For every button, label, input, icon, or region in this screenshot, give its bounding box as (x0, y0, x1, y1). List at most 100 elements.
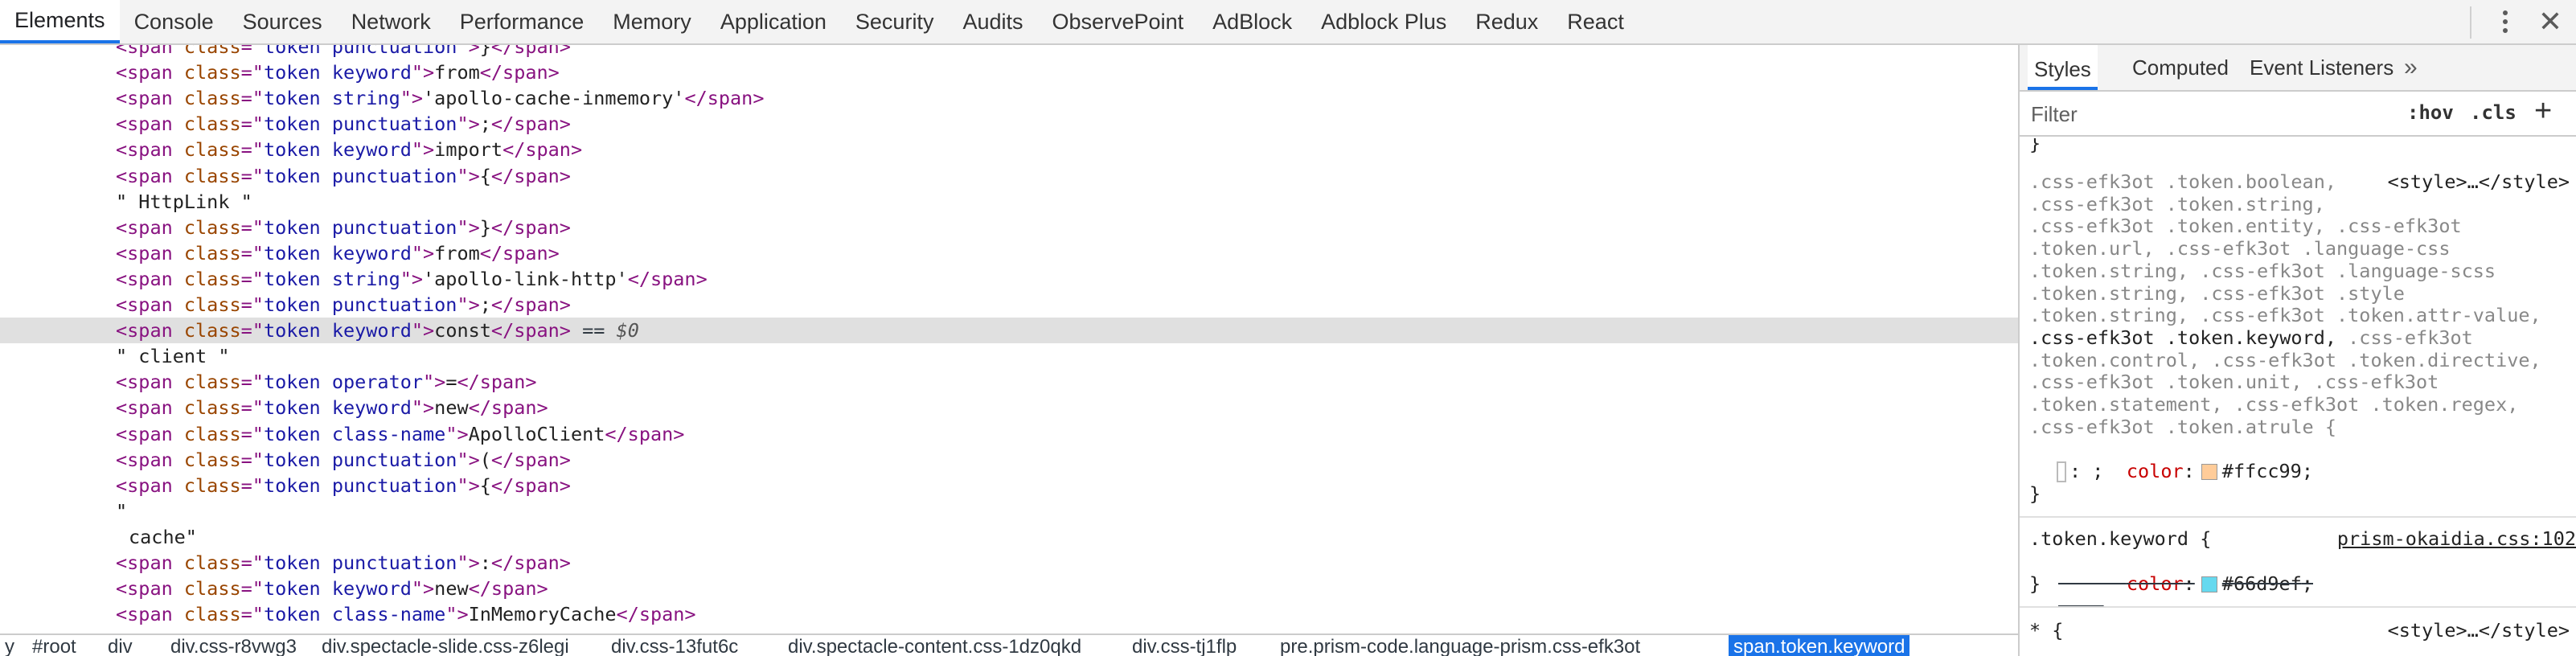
dom-node[interactable]: <span class="token punctuation">;</span> (0, 111, 2018, 137)
close-icon[interactable]: ✕ (2533, 3, 2568, 40)
chevron-double-right-icon[interactable]: » (2404, 45, 2418, 90)
tab-adblock[interactable]: AdBlock (1198, 0, 1306, 43)
dom-node[interactable]: <span class="token punctuation">}</span> (0, 215, 2018, 240)
dom-token: =" (240, 113, 264, 136)
rule-source-link[interactable]: <style>…</style> (2388, 619, 2570, 642)
tab-security[interactable]: Security (841, 0, 949, 43)
dom-node-selected[interactable]: <span class="token keyword">const</span>… (0, 318, 2018, 344)
dom-node[interactable]: " client " (0, 343, 2018, 369)
dom-node[interactable]: " HttpLink " (0, 189, 2018, 215)
tab-elements[interactable]: Elements (0, 0, 120, 43)
tab-network[interactable]: Network (337, 0, 445, 43)
dom-node[interactable]: <span class="token punctuation">:</span> (0, 550, 2018, 576)
dom-node[interactable]: <span class="token punctuation">(</span> (0, 447, 2018, 473)
breadcrumb-item[interactable]: div.spectacle-slide.css-z6legi (317, 635, 574, 656)
dom-token: class (183, 87, 241, 110)
dom-token: token punctuation (263, 45, 457, 58)
tab-memory[interactable]: Memory (598, 0, 706, 43)
dom-token: =" (240, 474, 264, 497)
dom-token: </span> (684, 87, 765, 110)
dom-node[interactable]: <span class="token punctuation">{</span> (0, 163, 2018, 189)
tab-styles[interactable]: Styles (2028, 45, 2098, 90)
dom-node[interactable]: <span class="token punctuation">}</span> (0, 45, 2018, 59)
breadcrumb-item[interactable]: div.css-13fut6c (606, 635, 743, 656)
filter-input[interactable] (2031, 100, 2369, 129)
dom-node[interactable]: <span class="token keyword">import</span… (0, 137, 2018, 162)
dom-token: class (183, 241, 241, 264)
breadcrumb-item[interactable]: div.css-tj1flp (1127, 635, 1241, 656)
dom-token: "> (411, 319, 435, 342)
property-value[interactable]: #ffcc99 (2222, 460, 2302, 482)
rule-selector[interactable]: .token.keyword { (2029, 527, 2211, 550)
dom-node[interactable]: cache" (0, 524, 2018, 550)
color-swatch-icon[interactable] (2201, 576, 2217, 592)
dom-token: </span> (502, 138, 583, 162)
dom-node[interactable]: " (0, 498, 2018, 524)
dom-node[interactable]: <span class="token keyword">from</span> (0, 59, 2018, 85)
dom-token: </span> (490, 474, 571, 497)
tab-performance[interactable]: Performance (445, 0, 599, 43)
dom-token: { (479, 474, 491, 497)
dom-tree[interactable]: <span class="token punctuation">}</span>… (0, 45, 2018, 633)
dom-node[interactable]: <span class="token operator">=</span> (0, 369, 2018, 395)
dom-token: "> (457, 45, 480, 58)
tab-adblock-plus[interactable]: Adblock Plus (1306, 0, 1461, 43)
property-name[interactable]: color (2127, 572, 2184, 595)
dom-token: <span (116, 319, 184, 342)
dom-token: ; (479, 113, 491, 136)
dom-node[interactable]: <span class="token class-name">InMemoryC… (0, 601, 2018, 627)
panel-tabs: Elements Console Sources Network Performance… (0, 0, 1639, 43)
breadcrumb-item[interactable]: div (103, 635, 137, 656)
breadcrumb: y #root div div.css-r8vwg3 div.spectacle-sli… (0, 633, 2018, 656)
dom-token: "> (423, 371, 446, 394)
dom-token: "> (445, 422, 469, 445)
tab-sources[interactable]: Sources (228, 0, 337, 43)
hov-toggle-button[interactable]: :hov (2407, 101, 2454, 124)
tab-redux[interactable]: Redux (1461, 0, 1553, 43)
breadcrumb-item[interactable]: pre.prism-code.language-prism.css-efk3ot (1275, 635, 1645, 656)
tab-observepoint[interactable]: ObservePoint (1038, 0, 1199, 43)
rule-source-link[interactable]: <style>…</style> (2388, 170, 2570, 193)
new-property-editor[interactable]: : ; (2057, 460, 2103, 482)
selector-line: .token.url, .css-efk3ot .language-css (2029, 237, 2451, 260)
dom-token: =" (240, 396, 264, 420)
breadcrumb-item[interactable]: div.spectacle-content.css-1dz0qkd (783, 635, 1086, 656)
dom-token: <span (116, 396, 184, 420)
property-name[interactable]: color (2127, 460, 2184, 482)
rule-close-brace: } (2029, 572, 2041, 595)
dom-node[interactable]: <span class="token string">'apollo-cache… (0, 85, 2018, 111)
rule-selector[interactable]: * { (2029, 619, 2063, 642)
breadcrumb-item[interactable]: #root (27, 635, 81, 656)
dom-node[interactable]: <span class="token keyword">new</span> (0, 576, 2018, 601)
tab-react[interactable]: React (1553, 0, 1639, 43)
dom-node[interactable]: <span class="token class-name">ApolloCli… (0, 421, 2018, 447)
cls-toggle-button[interactable]: .cls (2470, 101, 2517, 124)
new-style-rule-icon[interactable]: + (2534, 93, 2552, 130)
dom-token: "> (457, 448, 480, 471)
tab-console[interactable]: Console (120, 0, 228, 43)
property-value[interactable]: #66d9ef (2222, 572, 2302, 595)
dom-node[interactable]: <span class="token keyword">from</span> (0, 240, 2018, 266)
tab-computed[interactable]: Computed (2126, 45, 2235, 90)
rule-source-link[interactable]: prism-okaidia.css:102 (2337, 527, 2576, 550)
dom-node[interactable]: <span class="token punctuation">{</span> (0, 473, 2018, 498)
css-property-color[interactable]: color: #ffcc99; (2058, 437, 2313, 482)
dom-token: "> (411, 61, 435, 84)
tab-application[interactable]: Application (706, 0, 841, 43)
dom-node[interactable]: <span class="token punctuation">;</span> (0, 292, 2018, 318)
dom-token: =" (240, 293, 264, 316)
kebab-menu-icon[interactable] (2489, 3, 2521, 40)
dom-node[interactable]: <span class="token string">'apollo-link-… (0, 266, 2018, 292)
unmatched-selector: .css-efk3ot (2336, 326, 2473, 349)
breadcrumb-item[interactable]: div.css-r8vwg3 (166, 635, 301, 656)
breadcrumb-item[interactable]: y (0, 635, 19, 656)
tab-audits[interactable]: Audits (948, 0, 1037, 43)
tab-event-listeners[interactable]: Event Listeners (2243, 45, 2400, 90)
css-property-color-overridden[interactable]: color: #66d9ef; (2058, 550, 2313, 595)
dom-node[interactable]: <span class="token keyword">new</span> (0, 395, 2018, 420)
selector-line: .css-efk3ot .token.atrule { (2029, 415, 2337, 438)
breadcrumb-item[interactable]: span.token.keyword (1729, 635, 1910, 656)
dom-token: <span (116, 45, 184, 58)
dom-token: =" (240, 215, 264, 239)
color-swatch-icon[interactable] (2201, 464, 2217, 480)
